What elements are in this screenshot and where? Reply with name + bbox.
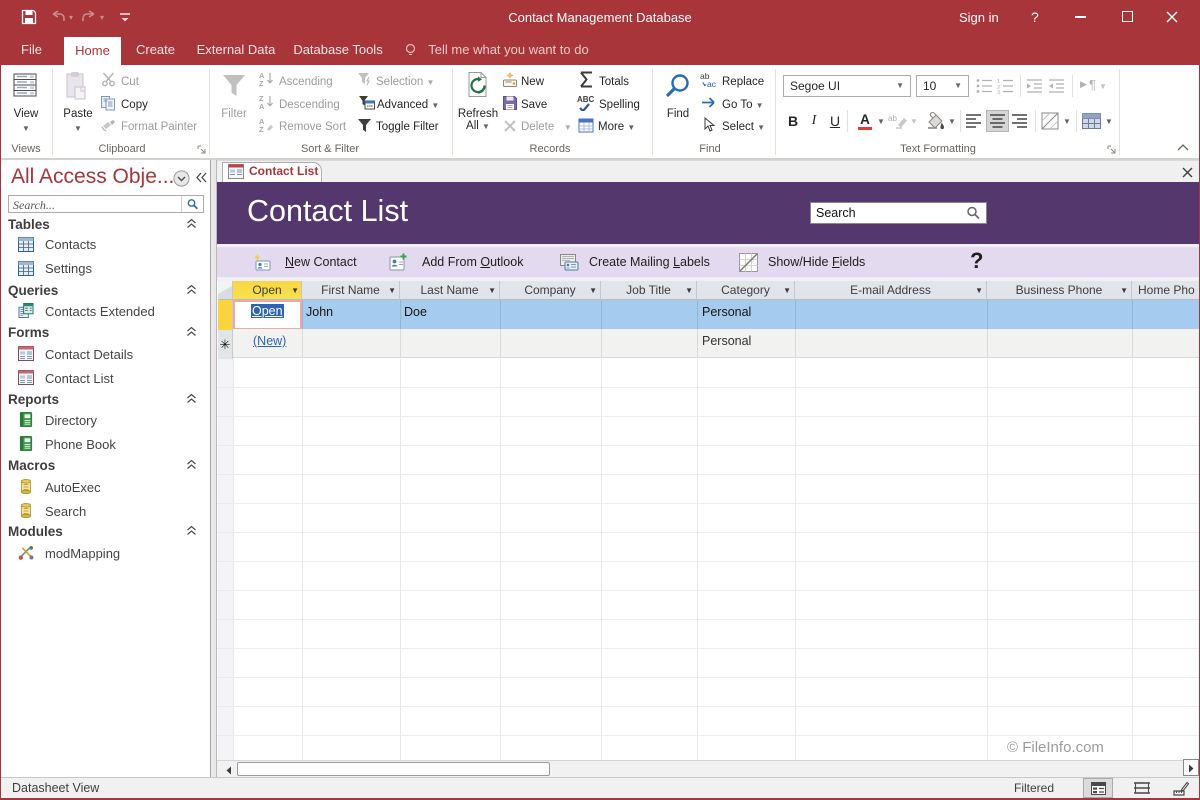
svg-text:ABC: ABC: [577, 95, 595, 104]
svg-text:3: 3: [997, 90, 1000, 94]
svg-text:Z: Z: [259, 79, 264, 87]
svg-text:A: A: [259, 102, 265, 110]
svg-text:ac: ac: [707, 79, 717, 88]
svg-text:ab: ab: [888, 114, 897, 123]
svg-text:Z: Z: [259, 125, 264, 133]
